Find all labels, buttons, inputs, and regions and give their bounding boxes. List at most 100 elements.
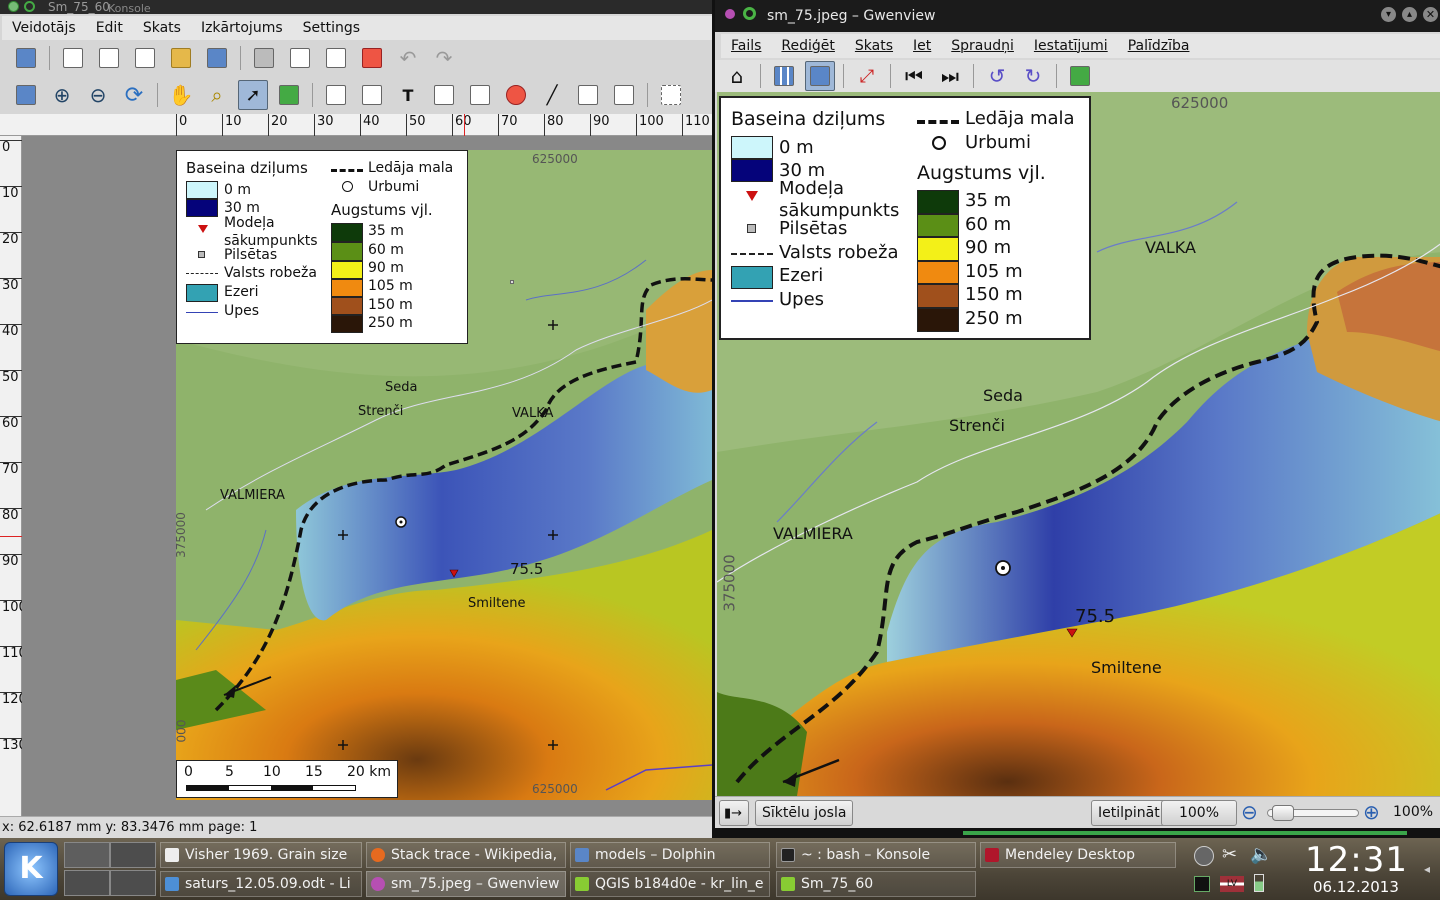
menu-fails[interactable]: Fails: [721, 38, 771, 54]
zoom-100-button[interactable]: 100%: [1161, 800, 1237, 826]
panel-toolbox-icon[interactable]: ◂: [1424, 862, 1430, 876]
browse-home-button[interactable]: ⌂: [722, 61, 752, 91]
toggle-sidebar-button[interactable]: ▮→: [719, 800, 749, 826]
new-composer-button[interactable]: [58, 43, 88, 73]
add-table-button[interactable]: [573, 80, 603, 110]
add-label-button[interactable]: T: [393, 80, 423, 110]
klipper-icon[interactable]: ✂: [1222, 844, 1237, 865]
task-wikipedia[interactable]: Stack trace - Wikipedia,: [366, 842, 566, 868]
task-libreoffice[interactable]: saturs_12.05.09.odt - Li: [160, 871, 362, 897]
rotate-left-button[interactable]: ↺: [982, 61, 1012, 91]
export-svg-button[interactable]: [321, 43, 351, 73]
composer-legend[interactable]: Baseina dziļums 0 m 30 m Modeļa sākumpun…: [176, 150, 468, 344]
task-composer[interactable]: Sm_75_60: [776, 871, 976, 897]
export-image-button[interactable]: [285, 43, 315, 73]
save-template-button[interactable]: [202, 43, 232, 73]
zoom-out-button[interactable]: ⊖: [83, 80, 113, 110]
writer-icon: [165, 877, 179, 891]
menu-edit[interactable]: Edit: [86, 20, 133, 36]
volume-icon[interactable]: 🔈: [1250, 844, 1272, 865]
add-arrow-button[interactable]: ╱: [537, 80, 567, 110]
pager-desktop-2[interactable]: [110, 842, 156, 868]
menu-spraudni[interactable]: Spraudņi: [941, 38, 1024, 54]
keyboard-layout-indicator[interactable]: LV: [1220, 876, 1244, 892]
open-template-button[interactable]: [166, 43, 196, 73]
refresh-button[interactable]: ⟳: [119, 80, 149, 110]
print-button[interactable]: [249, 43, 279, 73]
menu-veidotajs[interactable]: Veidotājs: [2, 20, 86, 36]
menu-skats[interactable]: Skats: [133, 20, 191, 36]
rotate-right-button[interactable]: ↻: [1018, 61, 1048, 91]
hand-icon: ✋: [168, 83, 194, 107]
add-image-button[interactable]: [357, 80, 387, 110]
menu-izkartojums[interactable]: Izkārtojums: [191, 20, 293, 36]
undo-button[interactable]: ↶: [393, 43, 423, 73]
select-move-button[interactable]: ➚: [238, 80, 268, 110]
display-icon[interactable]: [1194, 876, 1210, 892]
task-gwenview[interactable]: sm_75.jpeg – Gwenview: [366, 871, 566, 897]
save-button[interactable]: [11, 43, 41, 73]
composer-page[interactable]: 75.5 VALKA Seda Strenči VALMIERA Smilten…: [176, 150, 712, 800]
kde-menu-button[interactable]: K: [4, 842, 58, 896]
task-mendeley[interactable]: Mendeley Desktop: [980, 842, 1176, 868]
gwen-river-line-icon: [731, 300, 773, 302]
pager-desktop-1[interactable]: [64, 842, 110, 868]
task-konsole[interactable]: ~ : bash – Konsole: [776, 842, 976, 868]
fit-button[interactable]: Ietilpināt: [1091, 800, 1167, 826]
export-image-icon: [290, 48, 310, 68]
menu-palidziba[interactable]: Palīdzība: [1118, 38, 1200, 54]
image-view[interactable]: 75.5 VALKA Seda Strenči VALMIERA Smilten…: [717, 92, 1440, 796]
close-button[interactable]: ✕: [1423, 7, 1438, 22]
task-visher[interactable]: Visher 1969. Grain size: [160, 842, 362, 868]
task-qgis[interactable]: QGIS b184d0e - kr_lin_e: [570, 871, 770, 897]
add-map-button[interactable]: [321, 80, 351, 110]
menu-iestatijumi[interactable]: Iestatījumi: [1024, 38, 1118, 54]
zoom-slider[interactable]: [1267, 805, 1359, 821]
zoom-out-icon[interactable]: ⊖: [1241, 800, 1258, 824]
network-icon[interactable]: [1194, 846, 1214, 866]
duplicate-composer-button[interactable]: [94, 43, 124, 73]
export-pdf-button[interactable]: [357, 43, 387, 73]
maximize-button[interactable]: ▴: [1402, 7, 1417, 22]
gwenview-window: sm_75.jpeg – Gwenview ▾ ▴ ✕ Fails Rediģē…: [712, 0, 1440, 838]
window-menu-icon[interactable]: [725, 9, 735, 19]
gwen-title-bar[interactable]: sm_75.jpeg – Gwenview ▾ ▴ ✕: [715, 0, 1440, 32]
menu-settings[interactable]: Settings: [293, 20, 370, 36]
menu-skats[interactable]: Skats: [845, 38, 903, 54]
task-dolphin[interactable]: models – Dolphin: [570, 842, 770, 868]
gwen-legend-elev-105: 105 m: [965, 261, 1023, 282]
zoom-full-button[interactable]: [11, 80, 41, 110]
zoom-in-icon[interactable]: ⊕: [1363, 800, 1380, 824]
add-legend-button[interactable]: [429, 80, 459, 110]
gwenview-app-icon: [743, 7, 756, 20]
thumbnail-bar-button[interactable]: Sīktēlu josla: [755, 800, 854, 826]
group-button[interactable]: [656, 80, 686, 110]
add-scalebar-button[interactable]: [465, 80, 495, 110]
composer-canvas[interactable]: 75.5 VALKA Seda Strenči VALMIERA Smilten…: [22, 136, 712, 816]
zoom-tool-button[interactable]: ⌕: [202, 80, 232, 110]
share-button[interactable]: [1065, 61, 1095, 91]
menu-rediget[interactable]: Rediģēt: [771, 38, 844, 54]
add-html-button[interactable]: [609, 80, 639, 110]
zoom-slider-handle[interactable]: [1272, 805, 1294, 821]
composer-scalebar[interactable]: 0 5 10 15 20 km: [176, 760, 398, 798]
composer-manager-button[interactable]: [130, 43, 160, 73]
move-content-button[interactable]: [274, 80, 304, 110]
redo-button[interactable]: ↷: [429, 43, 459, 73]
place-valka: VALKA: [512, 406, 554, 421]
pager-desktop-4[interactable]: [110, 870, 156, 896]
view-mode-button[interactable]: [805, 61, 835, 91]
minimize-button[interactable]: ▾: [1381, 7, 1396, 22]
menu-iet[interactable]: Iet: [903, 38, 941, 54]
pager-desktop-3[interactable]: [64, 870, 110, 896]
next-button[interactable]: ⏭: [935, 61, 965, 91]
clock-time[interactable]: 12:31: [1305, 840, 1408, 880]
fullscreen-button[interactable]: ⤢: [852, 61, 882, 91]
browse-mode-button[interactable]: [769, 61, 799, 91]
qgis-title-bar[interactable]: Sm_75_60 Konsole: [0, 0, 712, 14]
add-shape-button[interactable]: [501, 80, 531, 110]
battery-icon[interactable]: [1254, 874, 1264, 892]
previous-button[interactable]: ⏮: [899, 61, 929, 91]
pan-button[interactable]: ✋: [166, 80, 196, 110]
zoom-in-button[interactable]: ⊕: [47, 80, 77, 110]
